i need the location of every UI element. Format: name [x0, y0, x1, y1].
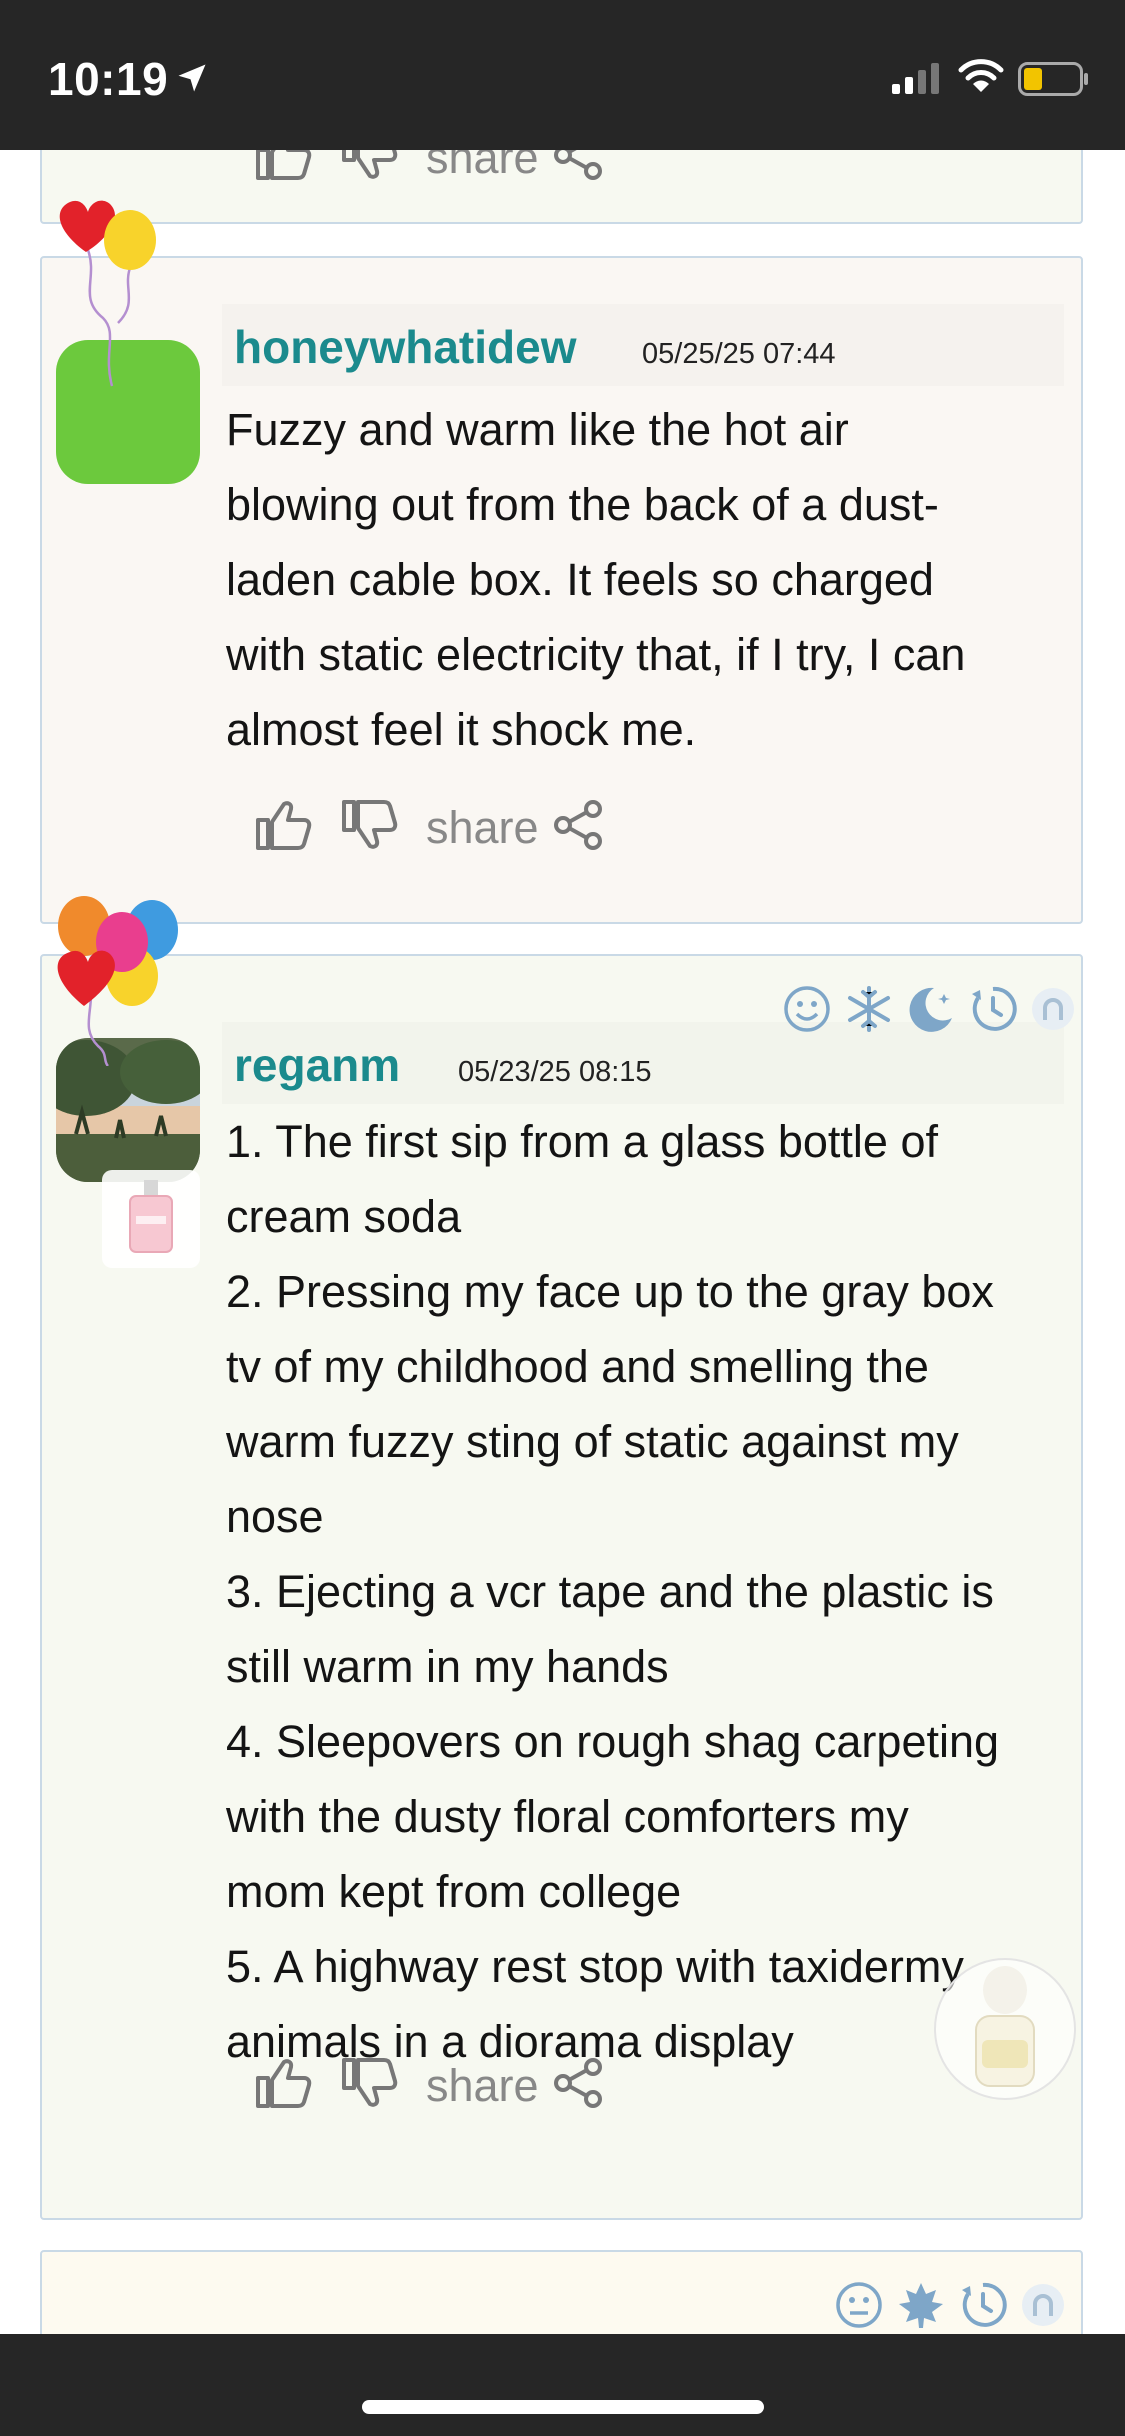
share-label[interactable]: share — [426, 150, 539, 184]
badge-row — [770, 984, 1076, 1039]
comment-body-line: 4. Sleepovers on rough shag carpeting — [226, 1716, 1000, 1767]
balloons-icon — [48, 188, 168, 393]
thumbs-up-icon[interactable] — [254, 798, 314, 857]
comment-body-line: still warm in my hands — [226, 1641, 669, 1692]
cellular-signal-icon — [890, 62, 942, 99]
balloons-icon — [48, 886, 188, 1071]
comment-body-line: 2. Pressing my face up to the gray box — [226, 1266, 994, 1317]
comment-actions: share — [254, 798, 605, 857]
thumbs-up-icon[interactable] — [254, 150, 314, 187]
thumbs-down-icon[interactable] — [340, 2056, 400, 2115]
comment-body: Fuzzy and warm like the hot air blowing … — [226, 392, 965, 767]
comment-card: honeywhatidew 05/25/25 07:44 Fuzzy and w… — [40, 256, 1083, 924]
share-icon[interactable] — [553, 150, 605, 186]
comment-timestamp: 05/25/25 07:44 — [642, 338, 836, 370]
comment-body-line: Fuzzy and warm like the hot air — [226, 404, 849, 455]
comment-body-line: laden cable box. It feels so charged — [226, 554, 934, 605]
perfume-sticker-icon — [102, 1170, 200, 1273]
battery-icon — [1018, 62, 1090, 101]
wifi-icon — [958, 58, 1004, 99]
comment-body-line: warm fuzzy sting of static against my — [226, 1416, 959, 1467]
maple-leaf-icon — [896, 2280, 946, 2334]
status-bar: 10:19 — [0, 0, 1125, 150]
neutral-face-icon — [834, 2280, 884, 2334]
status-time: 10:19 — [48, 53, 169, 105]
comment-username[interactable]: reganm — [234, 1038, 400, 1092]
comment-body-line: nose — [226, 1491, 324, 1542]
comment-actions: share — [254, 2056, 605, 2115]
share-icon[interactable] — [553, 2057, 605, 2114]
snowflake-icon — [844, 984, 894, 1039]
thumbs-down-icon[interactable] — [340, 150, 400, 187]
comment-body-line: with static electricity that, if I try, … — [226, 629, 966, 680]
comment-body-line: 5. A highway rest stop with taxidermy — [226, 1941, 964, 1992]
share-label[interactable]: share — [426, 2060, 539, 2112]
smiley-icon — [782, 984, 832, 1039]
comment-body-line: cream soda — [226, 1191, 462, 1242]
comment-body: 1. The first sip from a glass bottle of … — [226, 1104, 999, 2079]
bottle-sticker-icon — [932, 1956, 1078, 2107]
comment-body-line: tv of my childhood and smelling the — [226, 1341, 929, 1392]
comment-body-line: blowing out from the back of a dust- — [226, 479, 939, 530]
comment-card-partial — [40, 2250, 1083, 2334]
comment-username[interactable]: honeywhatidew — [234, 320, 576, 374]
horseshoe-icon — [1020, 2282, 1066, 2333]
share-label[interactable]: share — [426, 802, 539, 854]
badge-row — [822, 2280, 1066, 2334]
comment-body-line: 1. The first sip from a glass bottle of — [226, 1116, 938, 1167]
comment-card-partial: share — [40, 150, 1083, 224]
comment-actions: share — [254, 150, 605, 187]
home-indicator[interactable] — [362, 2400, 764, 2414]
thumbs-up-icon[interactable] — [254, 2056, 314, 2115]
home-bar-area — [0, 2334, 1125, 2436]
comment-body-line: almost feel it shock me. — [226, 704, 697, 755]
comment-body-line: mom kept from college — [226, 1866, 682, 1917]
location-arrow-icon — [174, 60, 210, 101]
moon-stars-icon — [906, 984, 956, 1039]
horseshoe-icon — [1030, 986, 1076, 1037]
clock-icon — [968, 984, 1018, 1039]
thumbs-down-icon[interactable] — [340, 798, 400, 857]
comment-feed[interactable]: share honeywhatidew 05/25/25 07:44 Fuzzy… — [0, 150, 1125, 2334]
comment-body-line: 3. Ejecting a vcr tape and the plastic i… — [226, 1566, 994, 1617]
comment-body-line: with the dusty floral comforters my — [226, 1791, 909, 1842]
share-icon[interactable] — [553, 799, 605, 856]
comment-timestamp: 05/23/25 08:15 — [458, 1056, 652, 1088]
clock-icon — [958, 2280, 1008, 2334]
